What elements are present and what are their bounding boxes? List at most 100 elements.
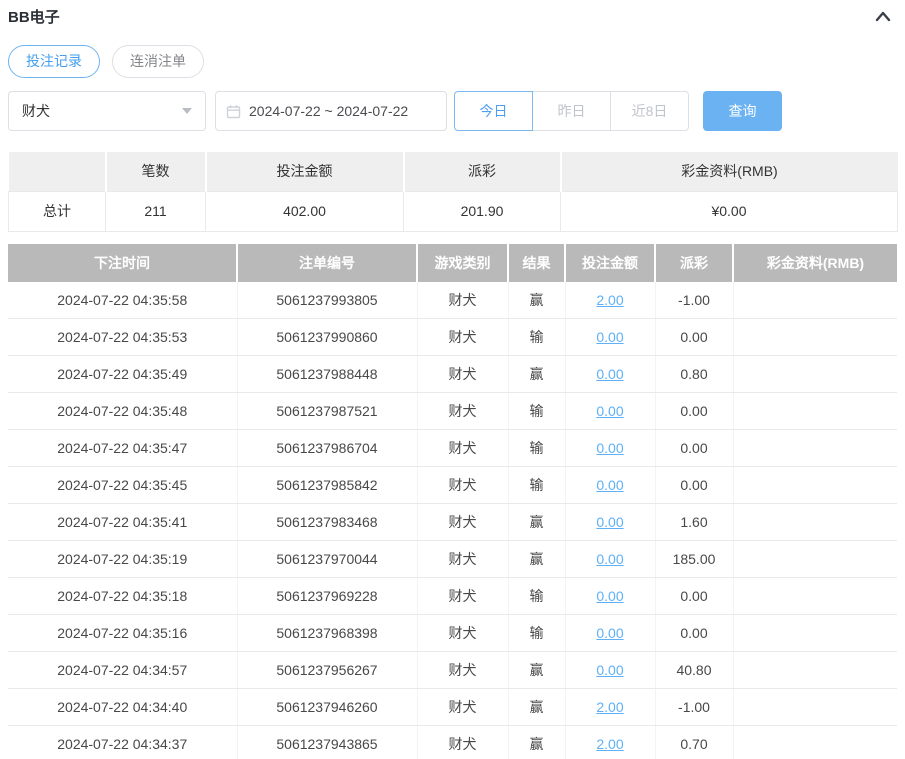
table-row: 2024-07-22 04:35:58 5061237993805 财犬 赢 2… [8,281,897,319]
result-cell: 输 [508,392,566,430]
bonus-cell [733,614,897,652]
bet-amount-link[interactable]: 0.00 [596,625,623,641]
bet-time-cell: 2024-07-22 04:35:18 [8,577,238,615]
bet-amount-link[interactable]: 0.00 [596,366,623,382]
collapse-panel-button[interactable] [871,6,895,26]
bonus-cell [733,577,897,615]
quick-range-today[interactable]: 今日 [454,91,533,131]
records-header-row: 下注时间 注单编号 游戏类别 结果 投注金额 派彩 彩金资料(RMB) [8,243,897,282]
bonus-cell [733,392,897,430]
table-row: 2024-07-22 04:35:45 5061237985842 财犬 输 0… [8,466,897,504]
bonus-cell [733,429,897,467]
records-header-bet-id: 注单编号 [237,243,418,282]
bonus-cell [733,688,897,726]
bet-id-cell: 5061237985842 [237,466,418,504]
payout-cell: 0.00 [655,318,734,356]
bet-amount-link[interactable]: 2.00 [596,736,623,752]
bet-time-cell: 2024-07-22 04:35:45 [8,466,238,504]
records-header-bet-time: 下注时间 [8,243,238,282]
bet-id-cell: 5061237946260 [237,688,418,726]
payout-cell: 185.00 [655,540,734,578]
payout-cell: 0.80 [655,355,734,393]
bet-amount-link[interactable]: 2.00 [596,699,623,715]
chevron-down-icon [182,108,192,114]
bet-amount-link[interactable]: 0.00 [596,588,623,604]
table-row: 2024-07-22 04:35:41 5061237983468 财犬 赢 0… [8,503,897,541]
game-type-cell: 财犬 [417,466,509,504]
records-header-payout: 派彩 [655,243,734,282]
bet-amount-link[interactable]: 0.00 [596,329,623,345]
records-header-result: 结果 [508,243,566,282]
bet-id-cell: 5061237969228 [237,577,418,615]
bet-id-cell: 5061237956267 [237,651,418,689]
bet-amount-cell: 0.00 [565,614,656,652]
bet-amount-link[interactable]: 2.00 [596,292,623,308]
game-type-cell: 财犬 [417,577,509,615]
bet-amount-link[interactable]: 0.00 [596,477,623,493]
quick-range-yesterday[interactable]: 昨日 [532,91,611,131]
summary-header-row: 笔数 投注金额 派彩 彩金资料(RMB) [8,152,898,191]
bet-amount-cell: 0.00 [565,577,656,615]
bet-time-cell: 2024-07-22 04:35:49 [8,355,238,393]
result-cell: 赢 [508,281,566,319]
table-row: 2024-07-22 04:34:40 5061237946260 财犬 赢 2… [8,688,897,726]
bet-amount-cell: 2.00 [565,281,656,319]
bet-id-cell: 5061237987521 [237,392,418,430]
bonus-cell [733,540,897,578]
bet-id-cell: 5061237990860 [237,318,418,356]
game-type-cell: 财犬 [417,688,509,726]
search-button[interactable]: 查询 [703,91,782,131]
bet-amount-link[interactable]: 0.00 [596,662,623,678]
bet-time-cell: 2024-07-22 04:34:37 [8,725,238,759]
bet-amount-cell: 2.00 [565,725,656,759]
result-cell: 赢 [508,725,566,759]
bet-amount-link[interactable]: 0.00 [596,551,623,567]
result-cell: 输 [508,466,566,504]
result-cell: 输 [508,614,566,652]
bet-id-cell: 5061237988448 [237,355,418,393]
records-header-game-type: 游戏类别 [417,243,509,282]
bet-time-cell: 2024-07-22 04:35:41 [8,503,238,541]
bonus-cell [733,503,897,541]
result-cell: 赢 [508,355,566,393]
bet-amount-link[interactable]: 0.00 [596,514,623,530]
bet-time-cell: 2024-07-22 04:35:48 [8,392,238,430]
result-cell: 赢 [508,540,566,578]
game-type-cell: 财犬 [417,614,509,652]
payout-cell: 0.00 [655,577,734,615]
tab-bet-records[interactable]: 投注记录 [8,45,100,78]
bet-amount-link[interactable]: 0.00 [596,440,623,456]
date-range-value: 2024-07-22 ~ 2024-07-22 [249,103,409,119]
bet-amount-cell: 0.00 [565,355,656,393]
date-range-input[interactable]: 2024-07-22 ~ 2024-07-22 [215,91,447,131]
bonus-cell [733,281,897,319]
bet-id-cell: 5061237970044 [237,540,418,578]
result-cell: 输 [508,577,566,615]
tab-cancelled-orders[interactable]: 连消注单 [112,45,204,78]
game-type-cell: 财犬 [417,429,509,467]
panel-header: BB电子 [8,4,897,28]
game-type-cell: 财犬 [417,503,509,541]
bonus-cell [733,318,897,356]
bet-id-cell: 5061237986704 [237,429,418,467]
quick-range-group: 今日 昨日 近8日 [454,91,689,131]
summary-total-label: 总计 [8,190,106,232]
game-type-cell: 财犬 [417,318,509,356]
bet-time-cell: 2024-07-22 04:35:47 [8,429,238,467]
records-header-bet-amount: 投注金额 [565,243,656,282]
result-cell: 输 [508,318,566,356]
game-type-cell: 财犬 [417,355,509,393]
quick-range-last8days[interactable]: 近8日 [610,91,689,131]
game-type-cell: 财犬 [417,725,509,759]
bet-id-cell: 5061237983468 [237,503,418,541]
payout-cell: 40.80 [655,651,734,689]
bonus-cell [733,355,897,393]
game-select[interactable]: 财犬 [8,91,206,131]
bet-amount-link[interactable]: 0.00 [596,403,623,419]
table-row: 2024-07-22 04:35:19 5061237970044 财犬 赢 0… [8,540,897,578]
bet-amount-cell: 0.00 [565,429,656,467]
result-cell: 赢 [508,688,566,726]
bet-time-cell: 2024-07-22 04:35:19 [8,540,238,578]
payout-cell: 0.00 [655,614,734,652]
table-row: 2024-07-22 04:35:53 5061237990860 财犬 输 0… [8,318,897,356]
